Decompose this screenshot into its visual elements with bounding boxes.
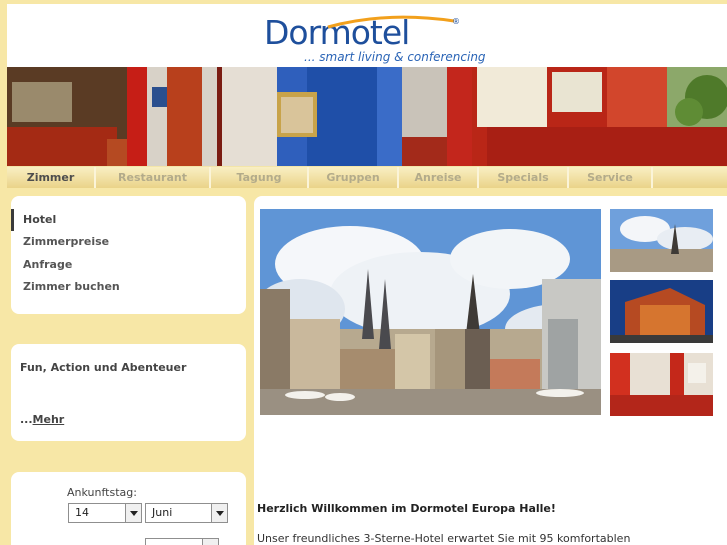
nav-item-zimmer[interactable]: Zimmer [7, 167, 96, 188]
nav-item-specials[interactable]: Specials [479, 167, 569, 188]
promo-more: ...Mehr [20, 413, 64, 426]
nav-item-service[interactable]: Service [569, 167, 653, 188]
arrival-label: Ankunftstag: [67, 486, 137, 499]
arrival-month-value: Juni [152, 506, 173, 519]
chevron-down-icon [211, 504, 227, 522]
arrival-day-select[interactable]: 14 [68, 503, 142, 523]
thumbnail-reception-illustration [610, 353, 713, 416]
registered-icon: ® [452, 17, 460, 26]
sidebar-item-zimmer-buchen[interactable]: Zimmer buchen [11, 276, 211, 298]
thumbnail-marketplace-illustration [610, 209, 713, 272]
nav-item-gruppen[interactable]: Gruppen [309, 167, 399, 188]
arrival-month-select[interactable]: Juni [145, 503, 228, 523]
arrival-day-value: 14 [75, 506, 89, 519]
logo-tagline: ... smart living & conferencing [304, 50, 486, 64]
sidebar-item-hotel[interactable]: Hotel [11, 209, 211, 231]
sidebar-item-zimmerpreise[interactable]: Zimmerpreise [11, 231, 211, 253]
logo-swoosh-icon [327, 15, 455, 29]
nav-item-tagung[interactable]: Tagung [211, 167, 309, 188]
secondary-select[interactable] [145, 538, 219, 545]
banner-photo-illustration [7, 67, 727, 166]
marketplace-photo[interactable] [260, 209, 601, 415]
promo-box: Fun, Action und Abenteuer ...Mehr [11, 344, 246, 441]
thumbnail-hotel-exterior-illustration [610, 280, 713, 343]
promo-title: Fun, Action und Abenteuer [20, 361, 187, 374]
sidebar-menu: Hotel Zimmerpreise Anfrage Zimmer buchen [11, 196, 246, 314]
booking-widget: Ankunftstag: 14 Juni [11, 472, 246, 545]
welcome-text: Unser freundliches 3-Sterne-Hotel erwart… [257, 532, 631, 545]
main-navigation: Zimmer Restaurant Tagung Gruppen Anreise… [7, 166, 727, 188]
chevron-down-icon [202, 539, 218, 545]
thumbnail-hotel-exterior[interactable] [610, 280, 713, 343]
chevron-down-icon [125, 504, 141, 522]
welcome-heading: Herzlich Willkommen im Dormotel Europa H… [257, 502, 556, 515]
more-prefix: ... [20, 413, 33, 426]
main-content: Herzlich Willkommen im Dormotel Europa H… [254, 196, 727, 545]
hotel-banner-image [7, 67, 727, 166]
more-link[interactable]: Mehr [33, 413, 65, 426]
sidebar-item-anfrage[interactable]: Anfrage [11, 254, 211, 276]
site-header: Dormotel ® ... smart living & conferenci… [7, 4, 727, 67]
page: Dormotel ® ... smart living & conferenci… [0, 0, 727, 545]
thumbnail-reception[interactable] [610, 353, 713, 416]
dormotel-logo[interactable]: Dormotel ® ... smart living & conferenci… [264, 14, 486, 66]
nav-item-anreise[interactable]: Anreise [399, 167, 479, 188]
marketplace-photo-illustration [260, 209, 601, 415]
nav-item-restaurant[interactable]: Restaurant [96, 167, 211, 188]
thumbnail-marketplace[interactable] [610, 209, 713, 272]
